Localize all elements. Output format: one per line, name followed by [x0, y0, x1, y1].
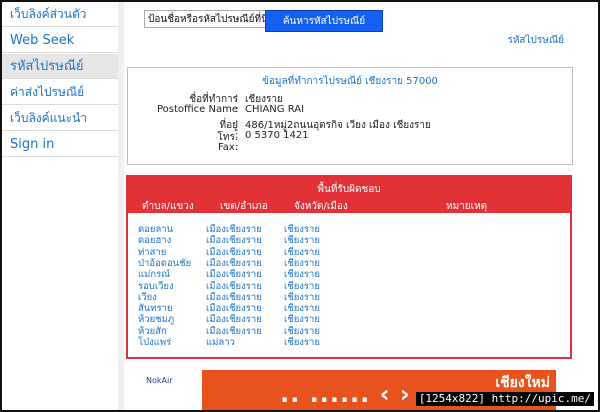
- subdistrict-cell[interactable]: ห้วยสัก: [138, 326, 167, 337]
- image-host-watermark: [1254x822] http://upic.me/: [415, 392, 594, 406]
- coverage-area-title: พื้นที่รับผิดชอบ: [317, 184, 381, 195]
- province-cell[interactable]: เชียงราย: [284, 247, 320, 258]
- subdistrict-cell[interactable]: แม่กรณ์: [138, 269, 170, 280]
- province-cell[interactable]: เชียงราย: [284, 281, 320, 292]
- district-cell[interactable]: เมืองเชียงราย: [206, 235, 262, 246]
- province-cell[interactable]: เชียงราย: [284, 326, 320, 337]
- colon: :: [235, 104, 239, 115]
- info-row-english-name: Postoffice Name : CHIANG RAI: [128, 104, 572, 116]
- table-row: ห้วยชมภู เมืองเชียงราย เชียงราย: [128, 314, 570, 325]
- table-row: แม่กรณ์ เมืองเชียงราย เชียงราย: [128, 269, 570, 280]
- subdistrict-cell[interactable]: ท่าสาย: [138, 247, 166, 258]
- info-value: 0 5370 1421: [245, 130, 309, 141]
- district-cell[interactable]: เมืองเชียงราย: [206, 303, 262, 314]
- info-row-name: ชื่อที่ทำการ : เชียงราย: [128, 92, 572, 105]
- subdistrict-cell[interactable]: ดอยลาน: [138, 224, 173, 235]
- province-cell[interactable]: เชียงราย: [284, 337, 320, 348]
- province-cell[interactable]: เชียงราย: [284, 269, 320, 280]
- table-row: ดอยฮาง เมืองเชียงราย เชียงราย: [128, 235, 570, 246]
- search-input[interactable]: ป้อนชื่อหรือรหัสไปรษณีย์ที่นี่: [144, 10, 266, 28]
- column-header-subdistrict: ตำบล/แขวง: [142, 201, 194, 212]
- colon: :: [235, 142, 239, 153]
- district-cell[interactable]: เมืองเชียงราย: [206, 292, 262, 303]
- district-cell[interactable]: เมืองเชียงราย: [206, 247, 262, 258]
- table-row: เวียง เมืองเชียงราย เชียงราย: [128, 292, 570, 303]
- table-row: ดอยลาน เมืองเชียงราย เชียงราย: [128, 224, 570, 235]
- colon: :: [235, 92, 239, 103]
- column-header-province: จังหวัด/เมือง: [294, 201, 348, 212]
- banner-graphic-text: .. ...... ‹ ›: [280, 380, 411, 408]
- airline-logo: NokAir: [140, 370, 202, 410]
- province-cell[interactable]: เชียงราย: [284, 292, 320, 303]
- postoffice-info-box: ข้อมูลที่ทำการไปรษณีย์ เชียงราย 57000 ชื…: [127, 67, 573, 165]
- table-row: โป่งแพร่ แม่ลาว เชียงราย: [128, 337, 570, 348]
- subdistrict-cell[interactable]: ป่าอ้อดอนชัย: [138, 258, 191, 269]
- province-cell[interactable]: เชียงราย: [284, 258, 320, 269]
- logo-text: NokAir: [146, 376, 173, 385]
- district-cell[interactable]: เมืองเชียงราย: [206, 314, 262, 325]
- district-cell[interactable]: แม่ลาว: [206, 337, 235, 348]
- district-cell[interactable]: เมืองเชียงราย: [206, 269, 262, 280]
- table-row: ป่าอ้อดอนชัย เมืองเชียงราย เชียงราย: [128, 258, 570, 269]
- sidebar-item-postage[interactable]: ค่าส่งไปรษณีย์: [2, 80, 118, 105]
- colon: :: [235, 130, 239, 141]
- postcode-link[interactable]: รหัสไปรษณีย์: [507, 33, 564, 48]
- table-row: รอบเวียง เมืองเชียงราย เชียงราย: [128, 281, 570, 292]
- district-cell[interactable]: เมืองเชียงราย: [206, 224, 262, 235]
- subdistrict-cell[interactable]: เวียง: [138, 292, 157, 303]
- district-cell[interactable]: เมืองเชียงราย: [206, 258, 262, 269]
- main-content: ป้อนชื่อหรือรหัสไปรษณีย์ที่นี่ ค้นหารหัส…: [124, 2, 598, 410]
- table-row: สันทราย เมืองเชียงราย เชียงราย: [128, 303, 570, 314]
- sidebar-item-personal-links[interactable]: เว็บลิงค์ส่วนตัว: [2, 2, 118, 27]
- column-header-remark: หมายเหตุ: [446, 201, 488, 212]
- subdistrict-cell[interactable]: ดอยฮาง: [138, 235, 171, 246]
- search-postcode-button[interactable]: ค้นหารหัสไปรษณีย์: [265, 10, 383, 32]
- info-row-phone: โทร. : 0 5370 1421: [128, 130, 572, 143]
- table-row: ท่าสาย เมืองเชียงราย เชียงราย: [128, 247, 570, 258]
- info-row-address: ที่อยู่ : 486/1หมู่2ถนนอุตรกิจ เวียง เมื…: [128, 118, 572, 131]
- district-cell[interactable]: เมืองเชียงราย: [206, 326, 262, 337]
- sidebar-item-recommended-links[interactable]: เว็บลิงค์แนะนำ: [2, 106, 118, 131]
- column-header-district: เขต/อำเภอ: [220, 201, 268, 212]
- coverage-area-header: พื้นที่รับผิดชอบ ตำบล/แขวง เขต/อำเภอ จัง…: [128, 177, 570, 213]
- table-row: ห้วยสัก เมืองเชียงราย เชียงราย: [128, 326, 570, 337]
- info-label: Postoffice Name: [156, 104, 238, 115]
- info-row-fax: Fax. :: [128, 142, 572, 154]
- subdistrict-cell[interactable]: ห้วยชมภู: [138, 314, 174, 325]
- subdistrict-cell[interactable]: รอบเวียง: [138, 281, 174, 292]
- province-cell[interactable]: เชียงราย: [284, 303, 320, 314]
- sidebar: เว็บลิงค์ส่วนตัว Web Seek รหัสไปรษณีย์ ค…: [2, 2, 118, 410]
- district-cell[interactable]: เมืองเชียงราย: [206, 281, 262, 292]
- postoffice-title: ข้อมูลที่ทำการไปรษณีย์ เชียงราย 57000: [262, 76, 438, 87]
- province-cell[interactable]: เชียงราย: [284, 235, 320, 246]
- sidebar-item-postcode[interactable]: รหัสไปรษณีย์: [2, 54, 118, 79]
- sidebar-item-web-seek[interactable]: Web Seek: [2, 28, 118, 53]
- banner-destination: เชียงใหม่: [495, 375, 550, 391]
- sidebar-item-sign-in[interactable]: Sign in: [2, 132, 118, 157]
- info-value: CHIANG RAI: [245, 104, 305, 115]
- province-cell[interactable]: เชียงราย: [284, 224, 320, 235]
- coverage-area-table: พื้นที่รับผิดชอบ ตำบล/แขวง เขต/อำเภอ จัง…: [126, 175, 572, 359]
- subdistrict-cell[interactable]: โป่งแพร่: [138, 337, 171, 348]
- province-cell[interactable]: เชียงราย: [284, 314, 320, 325]
- colon: :: [235, 118, 239, 129]
- subdistrict-cell[interactable]: สันทราย: [138, 303, 173, 314]
